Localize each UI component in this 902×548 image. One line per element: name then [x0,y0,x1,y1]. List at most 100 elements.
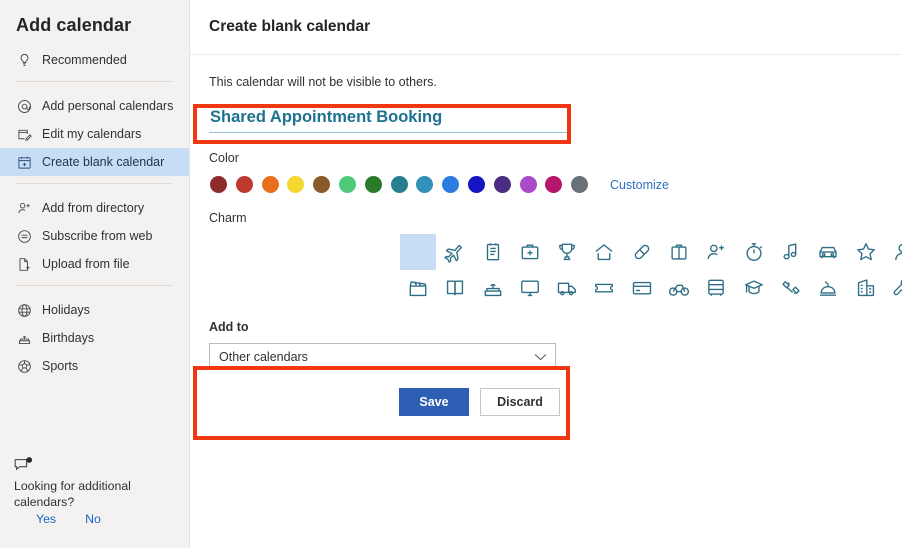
sidebar-item-add-from-directory[interactable]: Add from directory [0,194,189,222]
cake-icon[interactable] [475,270,511,306]
bicycle-icon[interactable] [661,270,697,306]
color-swatch[interactable] [467,176,485,193]
at-sign-icon [16,98,32,114]
customize-color-link[interactable]: Customize [610,178,669,192]
globe-icon [16,302,32,318]
add-calendar-icon [16,154,32,170]
calendar-name-field [209,106,567,133]
notepad-icon[interactable] [475,234,511,270]
pill-icon[interactable] [624,234,660,270]
building-icon[interactable] [848,270,884,306]
person-icon[interactable] [885,234,902,270]
feedback-text: Looking for additional calendars? [14,479,131,509]
globe-subscribe-icon [16,228,32,244]
sidebar-item-label: Sports [42,358,79,373]
color-swatch[interactable] [416,176,434,193]
chevron-down-icon [534,348,547,366]
stopwatch-icon[interactable] [736,234,772,270]
sidebar-item-add-personal-calendars[interactable]: Add personal calendars [0,92,189,120]
sidebar-item-label: Add personal calendars [42,98,174,113]
dining-icon[interactable] [810,270,846,306]
music-note-icon[interactable] [773,234,809,270]
feedback-no-link[interactable]: No [85,512,101,526]
bus-icon[interactable] [698,270,734,306]
color-swatch[interactable] [364,176,382,193]
wrench-icon[interactable] [885,270,902,306]
sidebar-item-recommended[interactable]: Recommended [0,46,189,74]
sidebar-item-label: Subscribe from web [42,228,153,243]
color-swatch[interactable] [235,176,253,193]
car-icon[interactable] [810,234,846,270]
file-upload-icon [16,256,32,272]
blank-icon[interactable] [400,234,436,270]
color-swatch[interactable] [519,176,537,193]
trophy-icon[interactable] [549,234,585,270]
ticket-icon[interactable] [586,270,622,306]
sidebar-title: Add calendar [16,15,132,35]
color-swatch[interactable] [210,176,227,193]
color-swatch[interactable] [313,176,331,193]
feedback-actions: Yes No [14,512,190,526]
sidebar-item-holidays[interactable]: Holidays [0,296,189,324]
sidebar-item-subscribe-from-web[interactable]: Subscribe from web [0,222,189,250]
home-icon[interactable] [586,234,622,270]
graduation-cap-icon[interactable] [736,270,772,306]
feedback-prompt: Looking for additional calendars? Yes No [0,457,190,526]
feedback-bubble-icon[interactable] [14,457,34,475]
color-swatch-list: Customize [210,176,902,193]
sidebar-item-label: Create blank calendar [42,154,165,169]
sidebar-divider [16,81,173,82]
sidebar-item-create-blank-calendar[interactable]: Create blank calendar [0,148,189,176]
discard-button[interactable]: Discard [480,388,560,416]
sidebar-divider [16,285,173,286]
cake-icon [16,330,32,346]
soccer-ball-icon [16,358,32,374]
color-swatch[interactable] [287,176,305,193]
add-to-selected-value: Other calendars [219,349,308,364]
color-section-label: Color [209,151,239,165]
feedback-yes-link[interactable]: Yes [36,512,56,526]
person-add-icon[interactable] [698,234,734,270]
sidebar: Add calendar Recommended Add personal ca… [0,0,190,548]
sidebar-item-label: Upload from file [42,256,130,271]
sidebar-item-label: Holidays [42,302,90,317]
add-to-dropdown[interactable]: Other calendars [209,343,556,370]
sidebar-item-edit-my-calendars[interactable]: Edit my calendars [0,120,189,148]
monitor-icon[interactable] [512,270,548,306]
sidebar-item-label: Edit my calendars [42,126,142,141]
page-title: Create blank calendar [209,18,371,35]
charm-section-label: Charm [209,211,247,225]
color-swatch[interactable] [261,176,279,193]
color-swatch[interactable] [442,176,460,193]
briefcase-icon[interactable] [661,234,697,270]
sidebar-item-label: Birthdays [42,330,95,345]
clapperboard-icon[interactable] [400,270,436,306]
star-icon[interactable] [848,234,884,270]
credit-card-icon[interactable] [624,270,660,306]
calendar-name-input[interactable] [209,106,567,133]
truck-icon[interactable] [549,270,585,306]
color-swatch[interactable] [390,176,408,193]
first-aid-kit-icon[interactable] [512,234,548,270]
lightbulb-icon [16,52,32,68]
sidebar-item-label: Recommended [42,52,127,67]
dialog-actions: Save Discard [399,388,902,416]
sidebar-group-catalogs: Holidays Birthdays Sports [0,296,189,380]
main-panel: Create blank calendar This calendar will… [190,0,902,548]
edit-calendar-icon [16,126,32,142]
sidebar-item-upload-from-file[interactable]: Upload from file [0,250,189,278]
sidebar-item-birthdays[interactable]: Birthdays [0,324,189,352]
color-swatch[interactable] [545,176,563,193]
color-swatch[interactable] [493,176,511,193]
add-to-label: Add to [209,320,249,334]
sidebar-group-import: Add from directory Subscribe from web Up… [0,194,189,278]
airplane-icon[interactable] [437,234,473,270]
color-swatch[interactable] [571,176,589,193]
book-icon[interactable] [437,270,473,306]
color-swatch[interactable] [338,176,356,193]
save-button[interactable]: Save [399,388,469,416]
dumbbell-icon[interactable] [773,270,809,306]
charm-grid [400,234,902,306]
add-calendar-dialog: Add calendar Recommended Add personal ca… [0,0,902,548]
sidebar-item-sports[interactable]: Sports [0,352,189,380]
